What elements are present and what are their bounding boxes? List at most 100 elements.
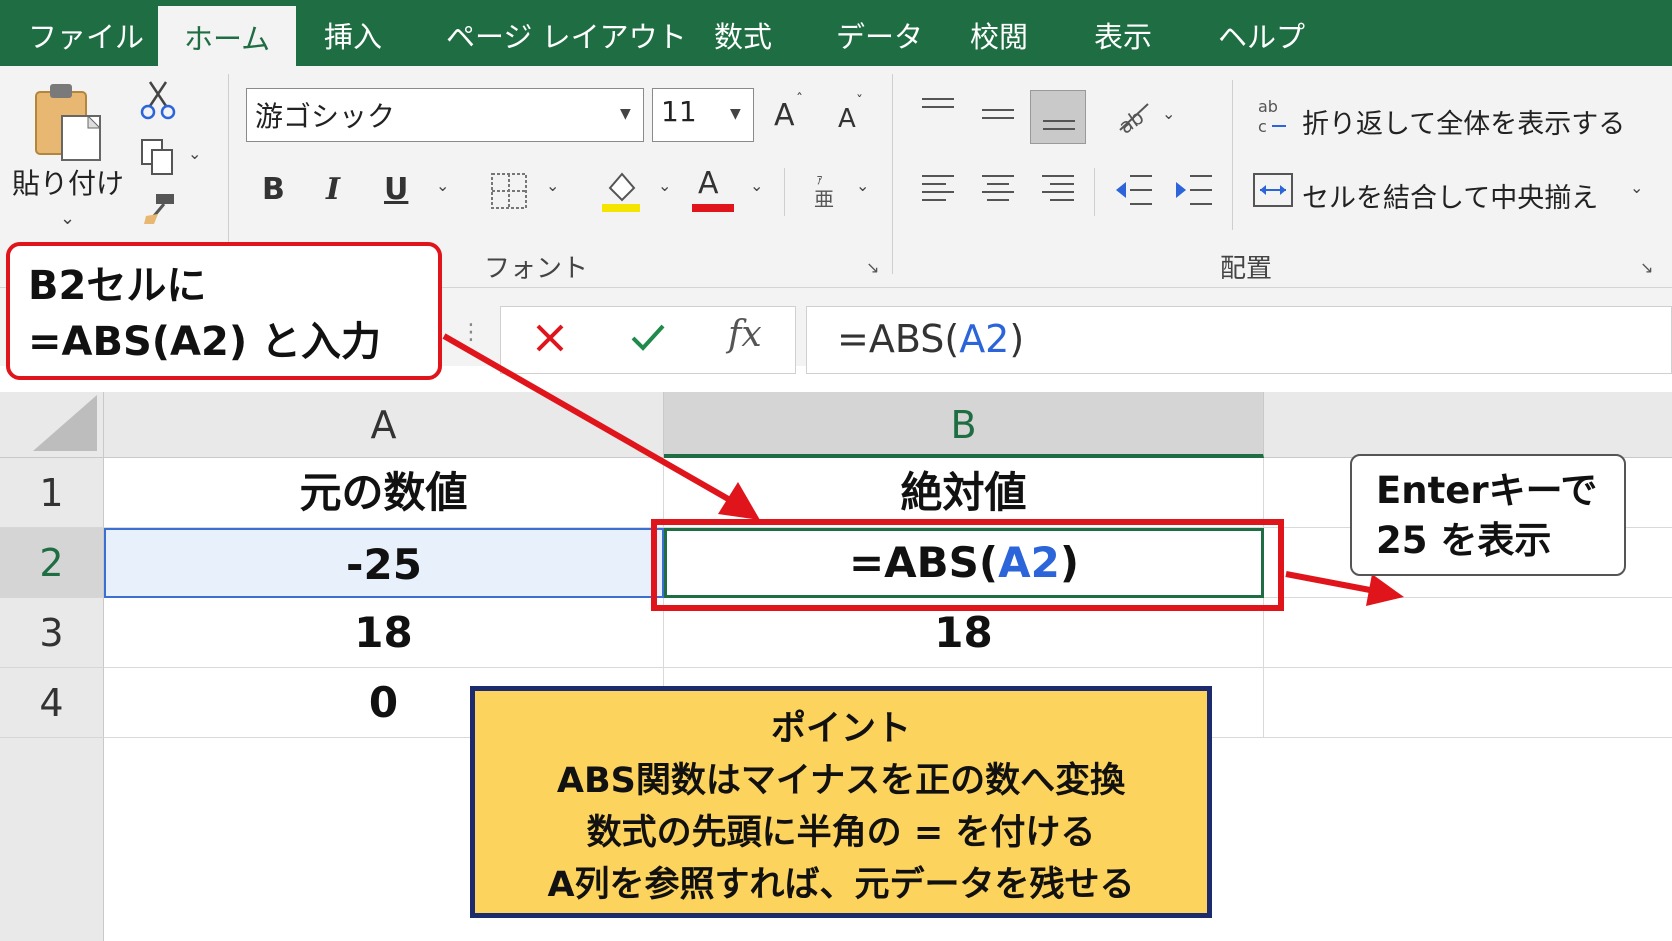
point-line1: ABS関数はマイナスを正の数へ変換 [556, 761, 1126, 801]
formula-suffix: ) [1009, 317, 1025, 361]
chevron-down-icon[interactable]: ⌄ [188, 144, 201, 163]
point-callout: ポイント ABS関数はマイナスを正の数へ変換 数式の先頭に半角の = を付ける … [470, 686, 1212, 918]
bold-button[interactable]: B [262, 172, 285, 207]
tab-help[interactable]: ヘルプ [1218, 14, 1305, 56]
chevron-down-icon[interactable]: ⌄ [1162, 104, 1175, 123]
ribbon-separator [1094, 168, 1095, 216]
merge-center-icon[interactable] [1252, 172, 1294, 208]
enter-callout-line1: Enterキーで [1376, 469, 1598, 512]
chevron-down-icon[interactable]: ⌄ [546, 176, 559, 195]
font-color-bar [692, 204, 734, 212]
font-name-input[interactable]: 游ゴシック [246, 88, 644, 142]
chevron-down-icon[interactable]: ⌄ [436, 176, 449, 195]
align-right-icon[interactable] [1040, 172, 1076, 208]
point-line2: 数式の先頭に半角の = を付ける [586, 813, 1096, 853]
formula-prefix: =ABS( [837, 317, 960, 361]
wrap-text-icon[interactable]: ab c [1256, 96, 1292, 136]
align-center-icon[interactable] [980, 172, 1016, 208]
align-middle-icon[interactable] [980, 104, 1016, 128]
dialog-launcher-icon[interactable]: ↘ [866, 258, 879, 277]
tab-view[interactable]: 表示 [1094, 14, 1152, 56]
svg-text:c: c [1258, 117, 1267, 136]
tab-formulas[interactable]: 数式 [714, 14, 772, 56]
decrease-indent-icon[interactable] [1114, 172, 1154, 208]
row-header-3[interactable]: 3 [0, 598, 104, 668]
align-top-icon[interactable] [920, 96, 956, 120]
row-header-1[interactable]: 1 [0, 458, 104, 528]
font-color-button[interactable]: A [698, 166, 719, 201]
chevron-down-icon[interactable]: ⌄ [60, 208, 75, 229]
paste-icon[interactable] [34, 82, 104, 162]
row-header-4[interactable]: 4 [0, 668, 104, 738]
column-header-c[interactable] [1264, 392, 1672, 458]
dialog-launcher-icon[interactable]: ↘ [1640, 258, 1653, 277]
cell-a3[interactable]: 18 [104, 598, 664, 668]
grow-font-button[interactable]: A [774, 98, 795, 133]
cell-c4[interactable] [1264, 668, 1672, 738]
column-header-a[interactable]: A [104, 392, 664, 458]
row-header-2[interactable]: 2 [0, 528, 104, 598]
input-callout-line2: =ABS(A2) と入力 [28, 319, 382, 365]
column-header-b[interactable]: B [664, 392, 1264, 458]
cell-c3[interactable] [1264, 598, 1672, 668]
cancel-icon[interactable] [534, 322, 566, 354]
point-title: ポイント [770, 709, 911, 749]
formula-reference: A2 [959, 317, 1010, 361]
align-left-icon[interactable] [920, 172, 956, 208]
cell-a1[interactable]: 元の数値 [104, 458, 664, 528]
format-painter-icon[interactable] [142, 192, 178, 226]
caret-down-icon: ˇ [856, 94, 863, 110]
svg-text:亜: 亜 [814, 187, 834, 210]
chevron-down-icon[interactable]: ▼ [620, 106, 631, 122]
tab-home[interactable]: ホーム [158, 6, 297, 66]
ribbon-tab-bar: ファイル ホーム 挿入 ページ レイアウト 数式 データ 校閲 表示 ヘルプ [0, 0, 1672, 66]
ribbon-separator [784, 168, 785, 216]
alignment-group-label: 配置 [1220, 254, 1273, 284]
ribbon-separator [1232, 80, 1233, 230]
underline-button[interactable]: U [384, 172, 408, 207]
cell-a2[interactable]: -25 [104, 528, 664, 598]
input-instruction-callout: B2セルに =ABS(A2) と入力 [6, 242, 442, 380]
orientation-icon[interactable]: ab [1114, 98, 1154, 134]
enter-callout-line2: 25 を表示 [1376, 519, 1552, 562]
fill-color-icon[interactable] [600, 168, 642, 212]
shrink-font-button[interactable]: A [838, 104, 856, 134]
select-all-button[interactable] [0, 392, 104, 458]
borders-icon[interactable] [490, 172, 528, 210]
svg-text:ｧ: ｧ [816, 172, 823, 188]
select-all-triangle [33, 395, 97, 451]
increase-indent-icon[interactable] [1174, 172, 1214, 208]
chevron-down-icon[interactable]: ⌄ [856, 176, 869, 195]
ribbon-separator [892, 74, 893, 274]
cut-icon[interactable] [140, 80, 176, 120]
resize-handle-icon[interactable]: ⋮ [460, 320, 482, 345]
insert-function-button[interactable]: fx [728, 314, 762, 355]
chevron-down-icon[interactable]: ⌄ [658, 176, 671, 195]
align-bottom-icon [1043, 120, 1075, 130]
row-header-blank [0, 738, 104, 941]
formula-input[interactable]: =ABS(A2) [806, 306, 1672, 374]
chevron-down-icon[interactable]: ⌄ [750, 176, 763, 195]
tab-insert[interactable]: 挿入 [324, 14, 382, 56]
font-group-label: フォント [484, 254, 589, 284]
tab-file[interactable]: ファイル [28, 14, 144, 56]
svg-text:ab: ab [1258, 97, 1278, 116]
merge-center-button[interactable]: セルを結合して中央揃え [1302, 176, 1598, 215]
enter-check-icon[interactable] [630, 322, 666, 354]
enter-result-callout: Enterキーで 25 を表示 [1350, 454, 1626, 576]
align-bottom-button[interactable] [1030, 90, 1086, 144]
input-callout-line1: B2セルに [28, 263, 207, 309]
caret-up-icon: ˆ [796, 92, 803, 108]
chevron-down-icon[interactable]: ⌄ [1630, 178, 1643, 197]
phonetic-guide-icon[interactable]: ｧ 亜 [812, 170, 838, 210]
italic-button[interactable]: I [326, 172, 340, 207]
tab-page-layout[interactable]: ページ レイアウト [446, 14, 687, 56]
wrap-text-button[interactable]: 折り返して全体を表示する [1302, 102, 1625, 141]
b2-highlight-box [651, 519, 1284, 611]
tab-review[interactable]: 校閲 [970, 14, 1028, 56]
cell-b1[interactable]: 絶対値 [664, 458, 1264, 528]
chevron-down-icon[interactable]: ▼ [730, 106, 741, 122]
copy-icon[interactable] [140, 138, 176, 176]
paste-button-label[interactable]: 貼り付け [12, 162, 124, 202]
tab-data[interactable]: データ [836, 14, 923, 56]
